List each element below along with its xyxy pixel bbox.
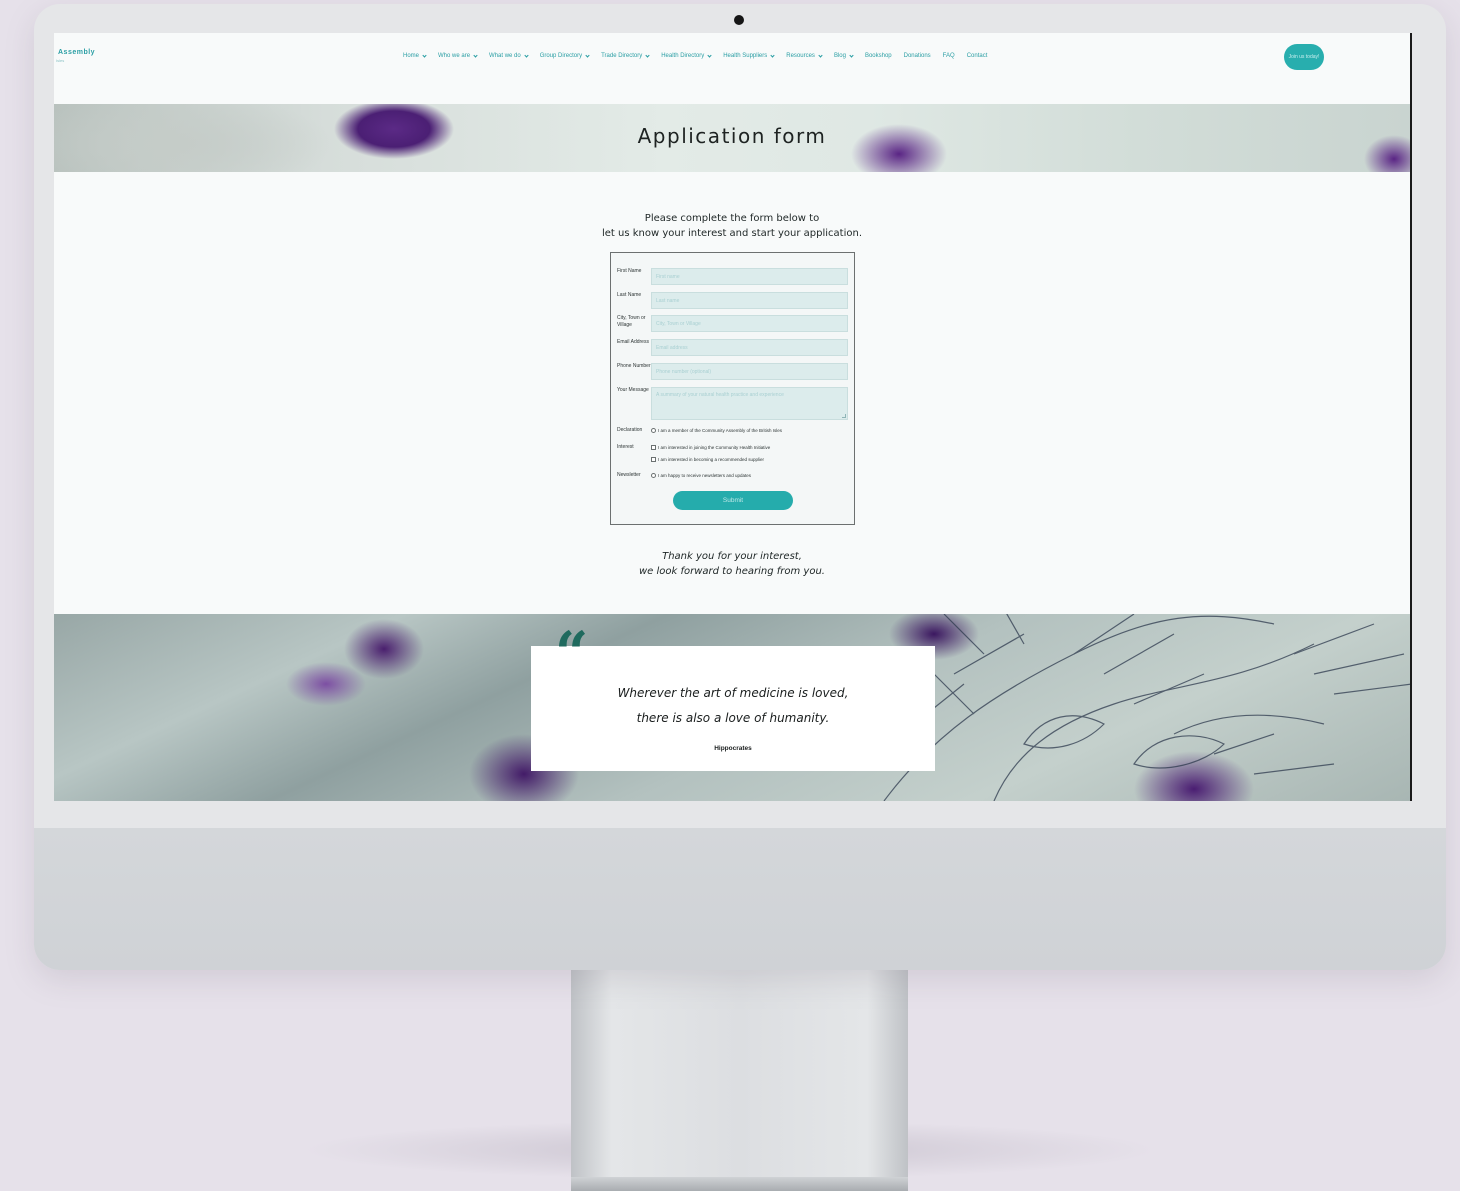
resize-handle-icon[interactable] bbox=[842, 414, 846, 418]
quote-text: Wherever the art of medicine is loved, t… bbox=[531, 681, 935, 731]
city-input[interactable]: City, Town or Village bbox=[651, 315, 848, 332]
nav-who-we-are[interactable]: Who we are bbox=[438, 52, 478, 59]
interest-text-1: I am interested in joining the Community… bbox=[658, 445, 771, 450]
nav-health-directory[interactable]: Health Directory bbox=[661, 52, 712, 59]
main-nav: Home Who we are What we do Group Directo… bbox=[403, 52, 999, 59]
thanks-line-1: Thank you for your interest, bbox=[662, 551, 802, 562]
quote-card: “ Wherever the art of medicine is loved,… bbox=[531, 624, 935, 771]
interest-text-2: I am interested in becoming a recommende… bbox=[658, 457, 765, 462]
newsletter-label: Newsletter bbox=[617, 472, 641, 478]
quote-line-1: Wherever the art of medicine is loved, bbox=[617, 686, 849, 700]
declaration-radio[interactable] bbox=[651, 428, 656, 433]
monitor-stand bbox=[571, 970, 908, 1191]
nav-label: What we do bbox=[489, 53, 521, 59]
message-textarea[interactable]: A summary of your natural health practic… bbox=[651, 387, 848, 420]
newsletter-option[interactable]: I am happy to receive newsletters and up… bbox=[651, 473, 751, 478]
chevron-down-icon bbox=[707, 52, 712, 58]
interest-option-2[interactable]: I am interested in becoming a recommende… bbox=[651, 457, 764, 462]
website-screen: Assembly Isles Home Who we are What we d… bbox=[54, 33, 1412, 801]
nav-label: Contact bbox=[966, 53, 988, 59]
city-label: City, Town or Village bbox=[617, 315, 646, 328]
join-us-button[interactable]: Join us today! bbox=[1284, 44, 1324, 70]
nav-label: Blog bbox=[833, 53, 846, 59]
monitor-chin bbox=[34, 828, 1446, 970]
chevron-down-icon bbox=[849, 52, 854, 58]
nav-faq[interactable]: FAQ bbox=[943, 53, 955, 59]
nav-what-we-do[interactable]: What we do bbox=[489, 52, 529, 59]
chevron-down-icon bbox=[422, 52, 427, 58]
email-input[interactable]: Email address bbox=[651, 339, 848, 356]
last-name-label: Last Name bbox=[617, 292, 642, 298]
nav-label: Home bbox=[403, 53, 420, 59]
chevron-down-icon bbox=[585, 52, 590, 58]
logo-name: Assembly bbox=[58, 49, 96, 56]
botanical-sketch bbox=[883, 614, 1410, 801]
intro-text: Please complete the form below to let us… bbox=[54, 211, 1410, 241]
hero-banner: Application form bbox=[54, 104, 1410, 172]
nav-health-suppliers[interactable]: Health Suppliers bbox=[723, 52, 775, 59]
first-name-input[interactable]: First name bbox=[651, 268, 848, 285]
nav-label: Health Suppliers bbox=[723, 53, 768, 59]
site-logo[interactable]: Assembly Isles bbox=[56, 49, 95, 63]
message-label: Your Message bbox=[617, 387, 649, 393]
nav-label: Group Directory bbox=[539, 53, 583, 59]
quote-line-2: there is also a love of humanity. bbox=[636, 711, 830, 725]
declaration-label: Declaration bbox=[617, 427, 643, 433]
chevron-down-icon bbox=[473, 52, 478, 58]
interest-checkbox-2[interactable] bbox=[651, 457, 656, 462]
thanks-line-2: we look forward to hearing from you. bbox=[638, 566, 825, 577]
phone-input[interactable]: Phone number (optional) bbox=[651, 363, 848, 380]
interest-label: Interest bbox=[617, 444, 634, 450]
message-placeholder: A summary of your natural health practic… bbox=[656, 392, 784, 398]
quote-author: Hippocrates bbox=[714, 745, 752, 752]
nav-contact[interactable]: Contact bbox=[967, 53, 988, 59]
interest-option-1[interactable]: I am interested in joining the Community… bbox=[651, 445, 770, 450]
nav-blog[interactable]: Blog bbox=[833, 52, 854, 59]
last-name-input[interactable]: Last name bbox=[651, 292, 848, 309]
nav-label: Bookshop bbox=[864, 53, 892, 59]
nav-bookshop[interactable]: Bookshop bbox=[865, 53, 892, 59]
chevron-down-icon bbox=[770, 52, 775, 58]
intro-line-2: let us know your interest and start your… bbox=[601, 228, 863, 239]
logo-subtitle: Isles bbox=[56, 58, 65, 63]
declaration-option[interactable]: I am a member of the Community Assembly … bbox=[651, 428, 782, 433]
chevron-down-icon bbox=[818, 52, 823, 58]
nav-resources[interactable]: Resources bbox=[786, 52, 823, 59]
application-form: First Name First name Last Name Last nam… bbox=[610, 252, 855, 525]
chevron-down-icon bbox=[524, 52, 529, 58]
page-title: Application form bbox=[637, 124, 827, 148]
newsletter-radio[interactable] bbox=[651, 473, 656, 478]
declaration-text: I am a member of the Community Assembly … bbox=[658, 428, 783, 433]
quote-section-background: “ Wherever the art of medicine is loved,… bbox=[54, 614, 1410, 801]
quote-mark-icon: “ bbox=[555, 619, 589, 687]
intro-line-1: Please complete the form below to bbox=[644, 213, 820, 224]
email-label: Email Address bbox=[617, 339, 649, 345]
site-header: Assembly Isles Home Who we are What we d… bbox=[54, 33, 1410, 103]
phone-label: Phone Number bbox=[617, 363, 651, 369]
nav-donations[interactable]: Donations bbox=[904, 53, 931, 59]
nav-label: Who we are bbox=[438, 53, 471, 59]
interest-checkbox-1[interactable] bbox=[651, 445, 656, 450]
nav-label: FAQ bbox=[942, 53, 955, 59]
nav-group-directory[interactable]: Group Directory bbox=[539, 52, 590, 59]
nav-label: Donations bbox=[903, 53, 931, 59]
submit-button[interactable]: Submit bbox=[673, 491, 793, 510]
nav-trade-directory[interactable]: Trade Directory bbox=[601, 52, 650, 59]
first-name-label: First Name bbox=[617, 268, 642, 274]
chevron-down-icon bbox=[645, 52, 650, 58]
nav-home[interactable]: Home bbox=[403, 52, 427, 59]
newsletter-text: I am happy to receive newsletters and up… bbox=[658, 473, 752, 478]
nav-label: Trade Directory bbox=[601, 53, 643, 59]
thank-you-text: Thank you for your interest, we look for… bbox=[54, 549, 1410, 579]
nav-label: Resources bbox=[786, 53, 815, 59]
nav-label: Health Directory bbox=[661, 53, 705, 59]
camera-dot bbox=[734, 15, 744, 25]
